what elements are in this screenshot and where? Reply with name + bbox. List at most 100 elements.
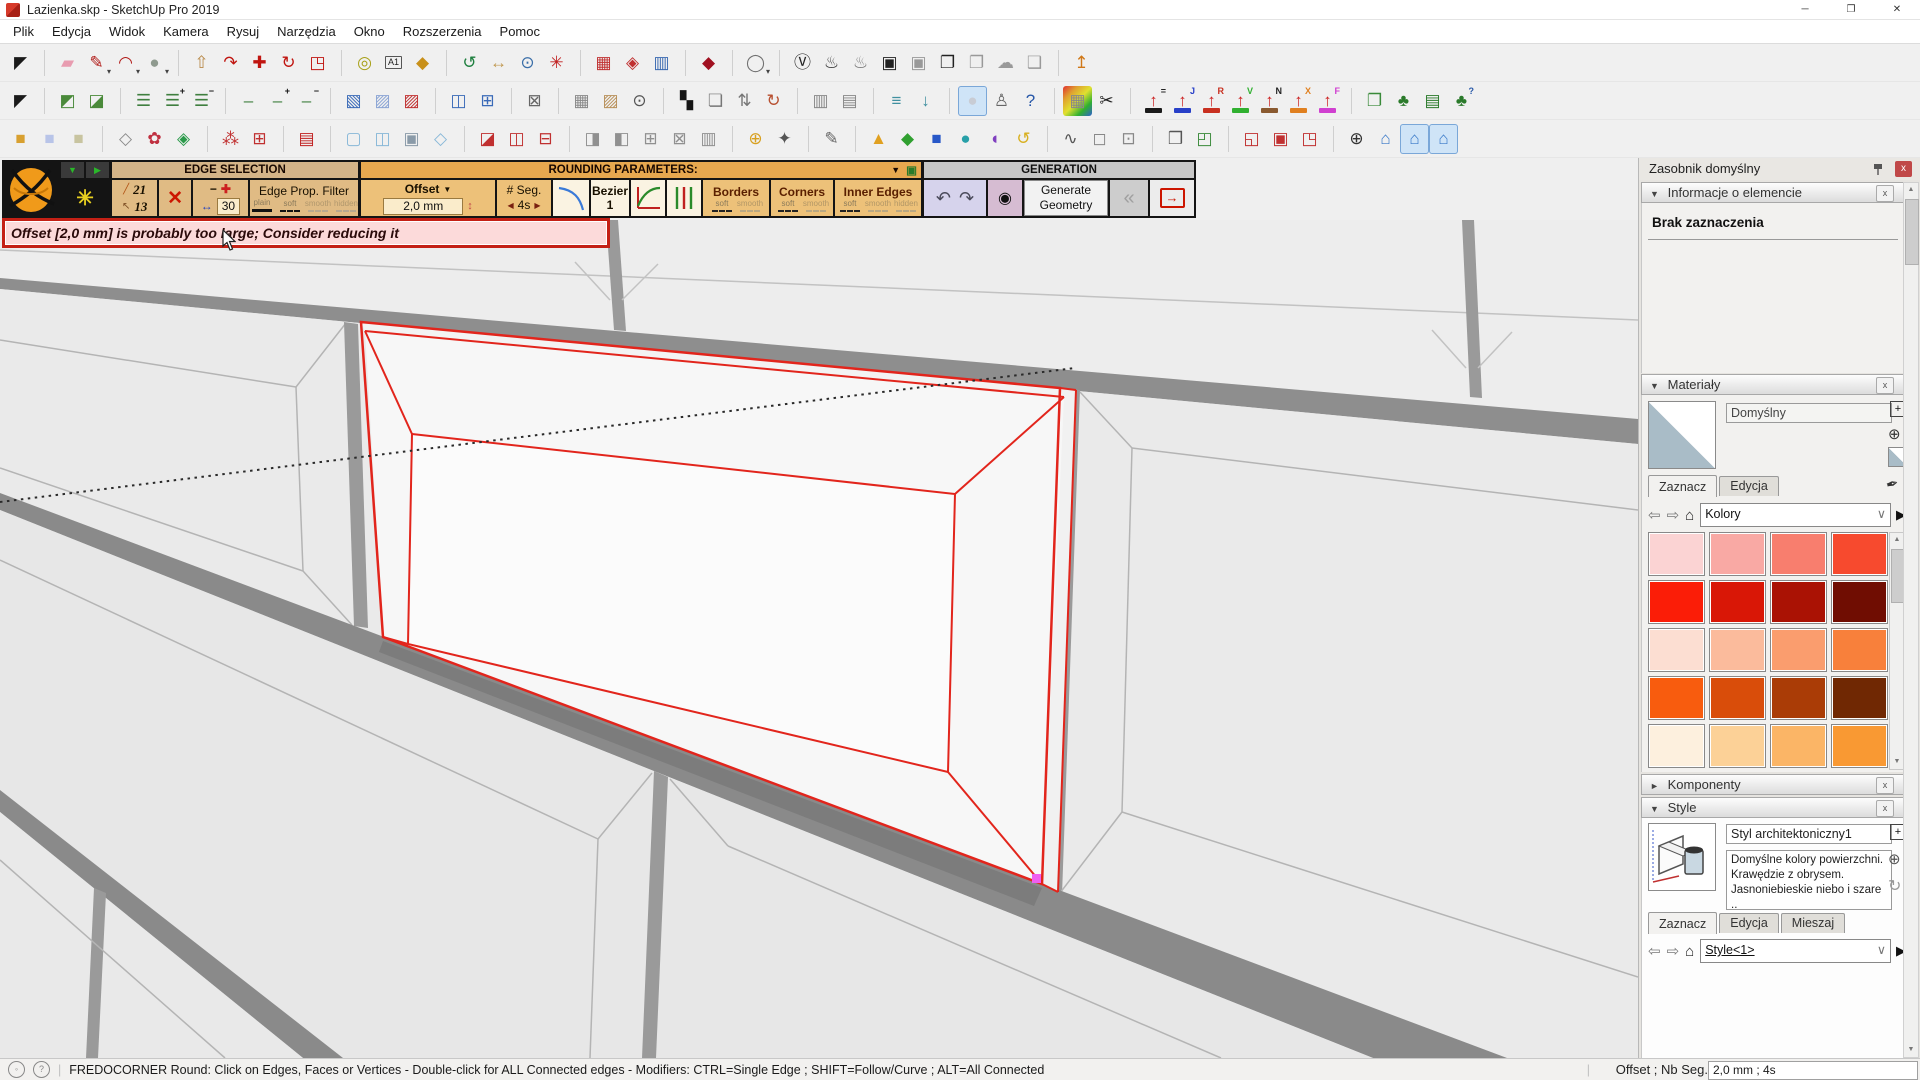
tools-icon[interactable]: ✦ [770,124,799,154]
orbit-tool-icon[interactable]: ↺ [455,48,484,78]
fc-straight-lines-button[interactable] [667,180,701,216]
extension-gem-icon[interactable]: ◆ [694,48,723,78]
entity-info-header[interactable]: ▼ Informacje o elemencie x [1641,182,1919,203]
solid-orange-icon[interactable]: ▲ [864,124,893,154]
gray-lines-icon[interactable]: ▥ [694,124,723,154]
select-tool-icon[interactable]: ◤ [6,86,35,116]
vray-icon[interactable]: Ⓥ [788,48,817,78]
color-swatch[interactable] [1709,532,1766,576]
upright-joint-icon[interactable]: ↑J [1168,86,1197,116]
fc-corners-control[interactable]: Corners softsmooth [771,180,833,216]
fc-seg-right-icon[interactable]: ▶ [534,197,540,214]
color-swatch[interactable] [1648,532,1705,576]
vray-viewport2-icon[interactable]: ▣ [904,48,933,78]
red-split-icon[interactable]: ◫ [502,124,531,154]
fc-save-params-icon[interactable]: ▣ [906,163,917,177]
color-swatch[interactable] [1770,580,1827,624]
menu-item-plik[interactable]: Plik [4,20,43,44]
color-swatch[interactable] [1831,724,1888,768]
fc-profile-curve-button[interactable] [631,180,665,216]
fc-params-dropdown-icon[interactable]: ▼ [891,165,900,175]
vray-cloud-icon[interactable]: ☁ [991,48,1020,78]
material-name-field[interactable]: Domyślny [1726,403,1892,423]
menu-item-kamera[interactable]: Kamera [154,20,218,44]
fc-preview-eye-button[interactable]: ◉ [988,180,1022,216]
vcb-measurement-input[interactable]: 2,0 mm ; 4s [1708,1061,1918,1080]
crossgrid-blue-icon[interactable]: ▧ [339,86,368,116]
color-swatch[interactable] [1648,676,1705,720]
vray-interactive-icon[interactable]: ♨ [846,48,875,78]
lattice-icon[interactable]: ⊠ [520,86,549,116]
upright-x-icon[interactable]: ↑X [1284,86,1313,116]
fredoscale-icon[interactable]: ↥ [1067,48,1096,78]
gray-left-icon[interactable]: ◧ [607,124,636,154]
menu-item-rysuj[interactable]: Rysuj [218,20,269,44]
tray-close-icon[interactable]: x [1895,161,1912,177]
sample-paint-icon[interactable]: ⊕ [1888,425,1901,443]
add-lines-plus-icon[interactable]: ☰+ [158,86,187,116]
copy-tool-icon[interactable]: ❏ [701,86,730,116]
vray-frame-buffer-icon[interactable]: ❐ [933,48,962,78]
fc-filter-opt-hidden[interactable]: hidden [334,199,358,212]
fc-offset-value[interactable]: 2,0 mm [383,198,463,215]
add-lines-minus-icon[interactable]: ☰− [187,86,216,116]
geolocation-icon[interactable]: ◦ [8,1061,25,1078]
fc-offset-control[interactable]: Offset▼ 2,0 mm↕ [361,180,495,216]
pushpull-tool-icon[interactable]: ⇧ [187,48,216,78]
checker-icon[interactable]: ▚ [672,86,701,116]
round-orange-icon[interactable]: ⊕ [741,124,770,154]
vector-pushpull-icon[interactable]: ◪ [82,86,111,116]
red-minus-icon[interactable]: ⊟ [531,124,560,154]
close-button[interactable]: ✕ [1874,0,1920,20]
fc-width-value[interactable]: 30 [217,198,240,215]
upright-round-icon[interactable]: ↑R [1197,86,1226,116]
solid-teal-icon[interactable]: ● [951,124,980,154]
fc-edge-prop-filter[interactable]: Edge Prop. Filter plainsoftsmoothhidden [250,180,358,216]
pan-tool-icon[interactable]: ↔ [484,48,513,78]
compass-icon[interactable]: ⊕ [1342,124,1371,154]
tree-icon[interactable]: ♣ [1389,86,1418,116]
tape-measure-icon[interactable]: ◎ [350,48,379,78]
gray-plus-icon[interactable]: ⊞ [636,124,665,154]
fc-corners-opt-smooth[interactable]: smooth [804,199,828,212]
fc-filter-opt-soft[interactable]: soft [278,199,302,212]
grid-red-icon[interactable]: ⊞ [245,124,274,154]
solid-purple-icon[interactable]: ◖ [980,124,1009,154]
fc-width-controls[interactable]: −✚ ↔30 [193,180,248,216]
floorplan-icon[interactable]: ◱ [1237,124,1266,154]
style-name-field[interactable]: Styl architektoniczny1 [1726,824,1892,844]
glass-diamond-icon[interactable]: ◇ [426,124,455,154]
layout-icon[interactable]: ▥ [647,48,676,78]
colorize-icon[interactable]: ▦ [1063,86,1092,116]
vray-viewport-icon[interactable]: ▣ [875,48,904,78]
label-icon[interactable]: ◻ [1085,124,1114,154]
refresh-style-icon[interactable]: ↻ [1888,876,1901,896]
tray-pin-icon[interactable] [1871,162,1885,176]
color-swatch[interactable] [1770,676,1827,720]
fc-settings-gear-icon[interactable]: ✳ [61,181,109,216]
glass-cube-div-icon[interactable]: ◫ [368,124,397,154]
soften-sphere-icon[interactable]: ● [958,86,987,116]
fc-seg-left-icon[interactable]: ◀ [508,197,514,214]
fc-borders-opt-smooth[interactable]: smooth [738,199,762,212]
fc-generate-geometry-button[interactable]: Generate Geometry [1024,180,1108,216]
fc-borders-opt-soft[interactable]: soft [710,199,734,212]
fc-offset-pin-icon[interactable]: ↕ [467,198,473,215]
forward-arrow-icon[interactable]: ⇨ [1667,506,1680,524]
fc-seg-value[interactable]: 4s [518,197,531,214]
slice-icon[interactable]: ✂ [1092,86,1121,116]
home-icon[interactable]: ⌂ [1685,507,1694,524]
eyedropper-icon[interactable]: ✒ [1884,474,1901,495]
menu-item-okno[interactable]: Okno [345,20,394,44]
tray-scrollbar[interactable]: ▲ ▼ [1903,182,1919,1058]
entity-info-close-icon[interactable]: x [1876,185,1894,202]
upright-f-icon[interactable]: ↑F [1313,86,1342,116]
weave-icon[interactable]: ▨ [596,86,625,116]
vray-render-icon[interactable]: ♨ [817,48,846,78]
color-swatch[interactable] [1709,580,1766,624]
fc-segments-control[interactable]: # Seg. ◀4s▶ [497,180,551,216]
tree-window-icon[interactable]: ❐ [1360,86,1389,116]
menu-item-edycja[interactable]: Edycja [43,20,100,44]
divide-v-icon[interactable]: ▥ [806,86,835,116]
styles-close-icon[interactable]: x [1876,800,1894,817]
